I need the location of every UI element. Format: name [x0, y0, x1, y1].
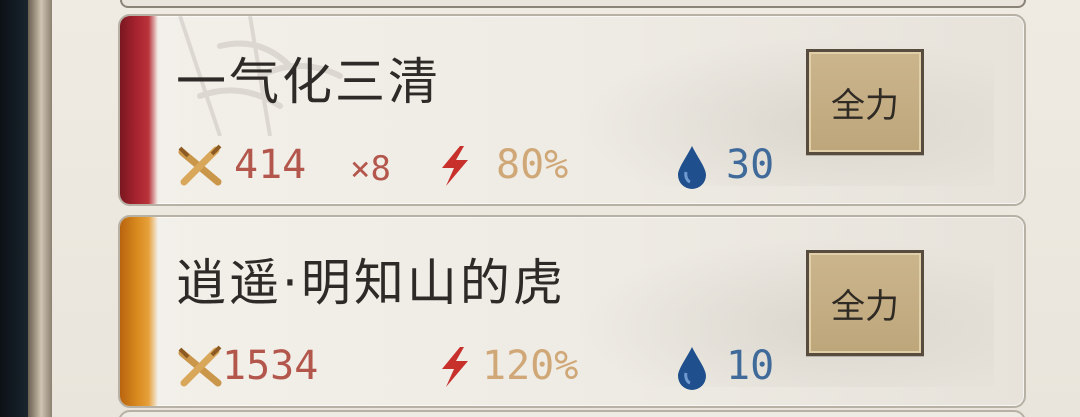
crossed-swords-icon [178, 144, 222, 186]
dark-background [0, 0, 30, 417]
skill-stats: 414 ×8 80% 30 [176, 140, 836, 194]
skill-card[interactable]: 一气化三清 414 ×8 80% 30 全力 [118, 14, 1026, 206]
crossed-swords-icon [178, 345, 222, 387]
skill-stats: 1534 120% 10 [176, 341, 836, 395]
cost-value: 10 [726, 343, 775, 389]
card-accent-bar [120, 16, 158, 204]
damage-value: 1534 [222, 343, 319, 389]
card-accent-bar [120, 217, 158, 406]
rate-value: 80% [496, 142, 569, 188]
next-card-edge [118, 410, 1026, 417]
skill-name: 逍遥·明知山的虎 [176, 254, 566, 312]
wooden-frame [28, 0, 52, 417]
lightning-icon [442, 146, 468, 186]
skill-name: 一气化三清 [176, 53, 441, 111]
hit-multiplier: ×8 [350, 149, 391, 189]
previous-card-edge [120, 0, 1026, 8]
cost-value: 30 [726, 142, 775, 188]
full-power-button[interactable]: 全力 [806, 49, 924, 155]
damage-value: 414 [234, 142, 307, 188]
lightning-icon [442, 347, 468, 387]
water-drop-icon [678, 146, 706, 189]
full-power-button[interactable]: 全力 [806, 250, 924, 356]
water-drop-icon [678, 347, 706, 390]
skill-card[interactable]: 逍遥·明知山的虎 1534 120% 10 全力 [118, 215, 1026, 408]
rate-value: 120% [482, 343, 579, 389]
